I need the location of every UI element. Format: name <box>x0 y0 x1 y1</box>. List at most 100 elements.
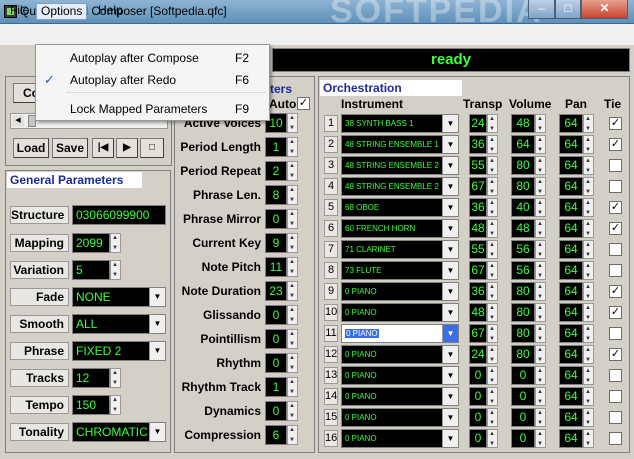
instrument-select[interactable]: 0 PIANO ▼ <box>341 282 459 301</box>
transp-stepper[interactable] <box>487 429 498 449</box>
variation-stepper[interactable] <box>110 260 121 280</box>
pan-value[interactable]: 64 <box>559 156 583 175</box>
mapped-param-stepper[interactable] <box>287 185 298 205</box>
volume-stepper[interactable] <box>535 429 546 449</box>
tie-checkbox[interactable]: ✓ <box>609 306 622 319</box>
pan-value[interactable]: 64 <box>559 261 583 280</box>
chevron-down-icon[interactable]: ▼ <box>442 304 458 321</box>
pan-value[interactable]: 64 <box>559 429 583 448</box>
tie-checkbox[interactable]: ✓ <box>609 348 622 361</box>
volume-value[interactable]: 0 <box>511 429 535 448</box>
mapped-param-stepper[interactable] <box>287 401 298 421</box>
volume-stepper[interactable] <box>535 282 546 302</box>
pan-stepper[interactable] <box>583 366 594 386</box>
pan-stepper[interactable] <box>583 387 594 407</box>
pan-value[interactable]: 64 <box>559 240 583 259</box>
mapped-param-value[interactable]: 11 <box>265 257 287 277</box>
mapped-param-stepper[interactable] <box>287 305 298 325</box>
tie-checkbox[interactable] <box>609 180 622 193</box>
transp-value[interactable]: 55 <box>469 156 487 175</box>
instrument-select[interactable]: 71 CLARINET ▼ <box>341 240 459 259</box>
save-button[interactable]: Save <box>52 138 88 158</box>
pan-stepper[interactable] <box>583 156 594 176</box>
transp-value[interactable]: 67 <box>469 324 487 343</box>
instrument-select[interactable]: 0 PIANO ▼ <box>341 408 459 427</box>
transp-stepper[interactable] <box>487 345 498 365</box>
transp-value[interactable]: 0 <box>469 387 487 406</box>
chevron-down-icon[interactable]: ▼ <box>442 157 458 174</box>
transp-stepper[interactable] <box>487 219 498 239</box>
volume-value[interactable]: 80 <box>511 156 535 175</box>
mapped-param-stepper[interactable] <box>287 377 298 397</box>
transp-stepper[interactable] <box>487 156 498 176</box>
tonality-select[interactable]: CHROMATIC ▼ <box>72 422 166 442</box>
instrument-select[interactable]: 48 STRING ENSEMBLE 1 ▼ <box>341 135 459 154</box>
volume-stepper[interactable] <box>535 387 546 407</box>
pan-stepper[interactable] <box>583 429 594 449</box>
pan-value[interactable]: 64 <box>559 114 583 133</box>
pan-stepper[interactable] <box>583 219 594 239</box>
chevron-down-icon[interactable]: ▼ <box>442 283 458 300</box>
volume-stepper[interactable] <box>535 177 546 197</box>
mapped-param-stepper[interactable] <box>287 353 298 373</box>
pan-value[interactable]: 64 <box>559 366 583 385</box>
mapped-param-stepper[interactable] <box>287 233 298 253</box>
pan-value[interactable]: 64 <box>559 324 583 343</box>
transp-stepper[interactable] <box>487 240 498 260</box>
chevron-down-icon[interactable]: ▼ <box>442 409 458 426</box>
pan-stepper[interactable] <box>583 345 594 365</box>
auto-all-checkbox[interactable]: ✓ <box>297 97 310 110</box>
chevron-down-icon[interactable]: ▼ <box>442 178 458 195</box>
mapped-param-value[interactable]: 0 <box>265 209 287 229</box>
mapped-param-value[interactable]: 6 <box>265 425 287 445</box>
minimize-button[interactable]: – <box>528 0 555 19</box>
chevron-down-icon[interactable]: ▼ <box>442 262 458 279</box>
smooth-select[interactable]: ALL ▼ <box>72 314 166 334</box>
menu-help[interactable]: Help <box>94 3 127 20</box>
volume-stepper[interactable] <box>535 261 546 281</box>
volume-value[interactable]: 0 <box>511 408 535 427</box>
tie-checkbox[interactable] <box>609 327 622 340</box>
volume-stepper[interactable] <box>535 198 546 218</box>
transp-stepper[interactable] <box>487 387 498 407</box>
menu-item-autoplay-compose[interactable]: Autoplay after Compose <box>70 51 199 65</box>
phrase-select[interactable]: FIXED 2 ▼ <box>72 341 166 361</box>
volume-stepper[interactable] <box>535 303 546 323</box>
stop-icon[interactable]: □ <box>140 138 164 158</box>
transp-stepper[interactable] <box>487 408 498 428</box>
volume-stepper[interactable] <box>535 366 546 386</box>
pan-stepper[interactable] <box>583 303 594 323</box>
play-icon[interactable]: ▶ <box>116 138 138 158</box>
volume-value[interactable]: 0 <box>511 366 535 385</box>
transp-stepper[interactable] <box>487 177 498 197</box>
mapped-param-stepper[interactable] <box>287 425 298 445</box>
chevron-down-icon[interactable]: ▼ <box>442 430 458 447</box>
volume-value[interactable]: 80 <box>511 324 535 343</box>
chevron-down-icon[interactable]: ▼ <box>442 346 458 363</box>
chevron-down-icon[interactable]: ▼ <box>442 367 458 384</box>
pan-stepper[interactable] <box>583 135 594 155</box>
volume-value[interactable]: 56 <box>511 261 535 280</box>
tie-checkbox[interactable]: ✓ <box>609 201 622 214</box>
menu-item-autoplay-redo[interactable]: Autoplay after Redo <box>70 73 176 87</box>
pan-value[interactable]: 64 <box>559 177 583 196</box>
chevron-down-icon[interactable]: ▼ <box>442 115 458 132</box>
tie-checkbox[interactable] <box>609 159 622 172</box>
variation-field[interactable]: 5 <box>72 260 110 280</box>
mapped-param-value[interactable]: 0 <box>265 329 287 349</box>
mapped-param-value[interactable]: 1 <box>265 377 287 397</box>
transp-stepper[interactable] <box>487 366 498 386</box>
mapped-param-value[interactable]: 2 <box>265 161 287 181</box>
tempo-field[interactable]: 150 <box>72 395 110 415</box>
instrument-select[interactable]: 38 SYNTH BASS 1 ▼ <box>341 114 459 133</box>
structure-field[interactable]: 03066099900 <box>72 205 166 225</box>
mapping-field[interactable]: 2099 <box>72 233 110 253</box>
tie-checkbox[interactable] <box>609 369 622 382</box>
volume-value[interactable]: 80 <box>511 345 535 364</box>
menu-options[interactable]: Options <box>36 3 88 20</box>
tie-checkbox[interactable]: ✓ <box>609 117 622 130</box>
volume-stepper[interactable] <box>535 408 546 428</box>
mapped-param-value[interactable]: 1 <box>265 137 287 157</box>
volume-stepper[interactable] <box>535 156 546 176</box>
chevron-down-icon[interactable]: ▼ <box>442 136 458 153</box>
